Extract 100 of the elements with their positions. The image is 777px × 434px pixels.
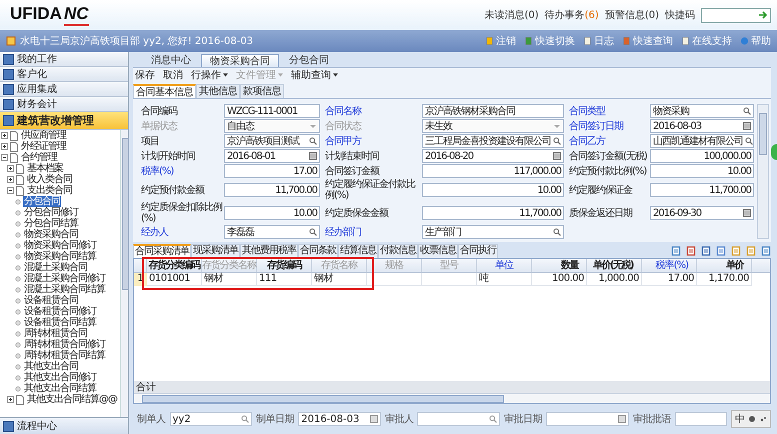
search-icon[interactable]	[489, 415, 498, 423]
number-field[interactable]: 11,700.00	[422, 206, 564, 220]
module-tab[interactable]: 客户化	[0, 67, 128, 82]
tree-item[interactable]: 混凝土采购合同修订	[23, 273, 106, 284]
detail-tab[interactable]: 结算信息	[338, 244, 378, 258]
detail-tab[interactable]: 合同执行	[458, 244, 498, 258]
expander-icon[interactable]	[7, 187, 14, 194]
expander-icon[interactable]	[7, 396, 14, 403]
form-tab[interactable]: 合同基本信息	[133, 84, 196, 98]
expander-icon[interactable]	[1, 132, 8, 139]
number-field[interactable]: 11,700.00	[650, 183, 754, 197]
date-field[interactable]	[546, 412, 629, 426]
tree-item[interactable]: 其他支出合同结算	[23, 383, 97, 394]
tree-item[interactable]: 混凝土采购合同	[23, 262, 88, 273]
toolbar-button[interactable]: 取消	[163, 68, 183, 82]
toolbar-button[interactable]: 行操作	[191, 68, 228, 82]
number-field[interactable]: 11,700.00	[224, 183, 320, 197]
detail-tab[interactable]: 合同采购清单	[133, 244, 191, 258]
page-tab[interactable]: 消息中心	[143, 54, 199, 67]
form-tab[interactable]: 其他信息	[196, 84, 240, 98]
vertical-scrollbar[interactable]	[120, 130, 128, 417]
detail-tab[interactable]: 付款信息	[378, 244, 418, 258]
calendar-icon[interactable]	[309, 152, 317, 160]
document-icon[interactable]	[716, 246, 726, 256]
tree-item[interactable]: 支出类合同	[26, 185, 73, 196]
tree-item[interactable]: 物资采购合同修订	[23, 240, 97, 251]
detail-tab[interactable]: 收票信息	[418, 244, 458, 258]
clipboard-icon[interactable]	[731, 246, 741, 256]
tree-item[interactable]: 合约管理	[20, 152, 58, 163]
lookup-field[interactable]	[417, 412, 500, 426]
date-field[interactable]: 2016-08-20	[422, 149, 564, 163]
text-field[interactable]	[674, 412, 727, 426]
date-field[interactable]: 2016-09-30	[650, 206, 754, 220]
page-tab[interactable]: 分包合同	[281, 54, 337, 67]
number-field[interactable]: 117,000.00	[422, 164, 564, 178]
document-icon[interactable]	[681, 36, 690, 46]
detail-tab[interactable]: 其他费用税率	[240, 244, 298, 258]
toolbar-button[interactable]: 辅助查询	[291, 68, 338, 82]
detail-tab[interactable]: 合同条款	[298, 244, 338, 258]
search-icon[interactable]	[553, 137, 561, 145]
lookup-field[interactable]: 三工程局金喜投资建设有限公司	[422, 134, 564, 148]
document-icon[interactable]	[583, 36, 592, 46]
tree-item[interactable]: 基本档案	[26, 163, 64, 174]
search-icon[interactable]	[743, 107, 751, 115]
toolbar-button[interactable]: 保存	[135, 68, 155, 82]
lookup-field[interactable]: 京沪高铁项目测试	[224, 134, 320, 148]
search-icon[interactable]	[241, 415, 250, 423]
date-field[interactable]: 2016-08-03	[650, 119, 754, 133]
expander-icon[interactable]	[7, 176, 14, 183]
tree-item[interactable]: 设备租赁合同修订	[23, 306, 97, 317]
tree-item[interactable]: 外经证管理	[20, 141, 67, 152]
number-field[interactable]: 10.00	[422, 183, 564, 197]
process-center-tab[interactable]: 流程中心	[0, 417, 128, 434]
ime-toolbar[interactable]: 中	[730, 410, 771, 428]
tree-item[interactable]: 收入类合同	[26, 174, 73, 185]
number-field[interactable]: 10.00	[650, 164, 754, 178]
module-tab[interactable]: 财务会计	[0, 97, 128, 112]
number-field[interactable]: 17.00	[224, 164, 320, 178]
calendar-icon[interactable]	[743, 209, 751, 217]
tree-item[interactable]: 其他支出合同结算@@	[26, 394, 118, 405]
expander-icon[interactable]	[7, 165, 14, 172]
search-icon[interactable]	[309, 228, 317, 236]
text-field[interactable]: 京沪高铁钢材采购合同	[422, 104, 564, 118]
lookup-field[interactable]: 生产部门	[422, 225, 564, 239]
form-tab[interactable]: 款项信息	[240, 84, 284, 98]
tree-item[interactable]: 分包合同结算	[23, 218, 79, 229]
tree-item[interactable]: 其他支出合同	[23, 361, 79, 372]
tree-item[interactable]: 分包合同修订	[23, 207, 79, 218]
tree-item[interactable]: 物资采购合同结算	[23, 251, 97, 262]
calendar-icon[interactable]	[618, 415, 626, 423]
tree-item[interactable]: 分包合同	[23, 196, 61, 207]
lookup-field[interactable]: yy2	[170, 412, 252, 426]
tree-item[interactable]: 物资采购合同	[23, 229, 79, 240]
header-link[interactable]: 待办事务(6)	[544, 8, 599, 22]
dots-icon[interactable]	[758, 415, 767, 423]
module-tab[interactable]: 应用集成	[0, 82, 128, 97]
tree-item[interactable]: 周转材租赁合同结算	[23, 350, 106, 361]
vertical-scrollbar[interactable]	[757, 104, 769, 239]
tree-item[interactable]: 设备租赁合同结算	[23, 317, 97, 328]
module-tab[interactable]: 建筑营改增管理	[0, 112, 128, 130]
date-field[interactable]: 2016-08-03	[298, 412, 381, 426]
expander-icon[interactable]	[1, 143, 8, 150]
date-field[interactable]: 2016-08-01	[224, 149, 320, 163]
tree-item[interactable]: 周转材租赁合同	[23, 328, 88, 339]
tree-item[interactable]: 设备租赁合同	[23, 295, 79, 306]
tree-item[interactable]: 混凝土采购合同结算	[23, 284, 106, 295]
number-field[interactable]: 10.00	[224, 206, 320, 220]
arrow-icon[interactable]	[758, 10, 768, 20]
lookup-field[interactable]: 山西凯通建材有限公司	[650, 134, 754, 148]
caret-icon[interactable]	[223, 73, 228, 77]
search-icon[interactable]	[745, 137, 753, 145]
search-icon[interactable]	[553, 228, 561, 236]
calendar-icon[interactable]	[743, 122, 751, 130]
search-icon[interactable]	[309, 137, 317, 145]
module-tab[interactable]: 我的工作	[0, 52, 128, 67]
text-field[interactable]: WZCG-111-0001	[224, 104, 320, 118]
page-tab[interactable]: 物资采购合同	[201, 54, 279, 67]
expander-icon[interactable]	[1, 154, 8, 161]
horizontal-scrollbar[interactable]	[134, 393, 770, 403]
detail-tab[interactable]: 现采购清单	[191, 244, 240, 258]
